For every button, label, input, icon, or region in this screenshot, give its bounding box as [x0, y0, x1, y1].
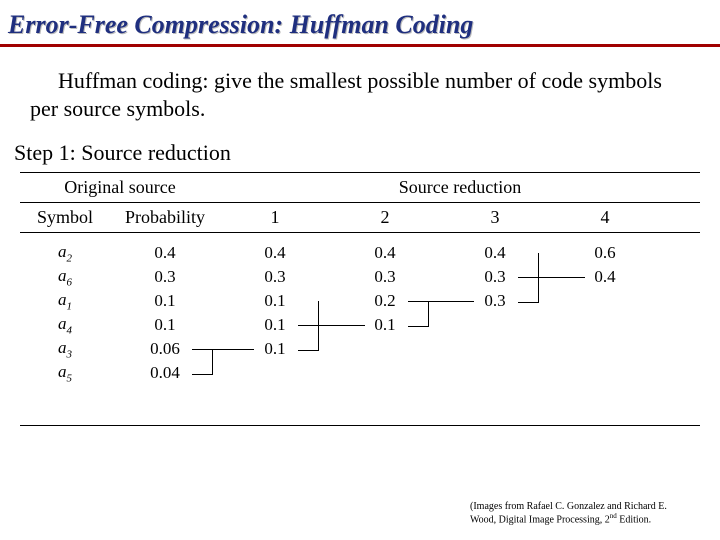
prob-cell: 0.1: [110, 291, 220, 311]
prob-cell: 0.3: [110, 267, 220, 287]
orig-src-header: Original source: [20, 173, 220, 202]
r1-cell: 0.1: [220, 291, 330, 311]
table-row: a60.30.30.30.30.4: [20, 265, 700, 289]
bracket-0: [192, 349, 213, 375]
sym-sub: 3: [67, 348, 73, 360]
r2-cell: 0.3: [330, 267, 440, 287]
credit-line2b: Edition.: [617, 515, 651, 526]
prob-cell: 0.1: [110, 315, 220, 335]
slide-title: Error-Free Compression: Huffman Coding: [0, 0, 720, 47]
sym-sub: 4: [67, 324, 73, 336]
red-col-3: 3: [440, 203, 550, 232]
credit-sup: nd: [610, 512, 617, 520]
sym-sub: 5: [67, 372, 73, 384]
intro-paragraph: Huffman coding: give the smallest possib…: [0, 61, 720, 132]
sym-sub: 2: [67, 252, 73, 264]
tail-2: [428, 301, 474, 302]
tail-0: [212, 349, 254, 350]
sym-letter: a: [58, 314, 67, 333]
symbol-header: Symbol: [20, 203, 110, 232]
red-col-2: 2: [330, 203, 440, 232]
bracket-1: [298, 325, 319, 351]
table-row: a20.40.40.40.40.6: [20, 241, 700, 265]
tail-1: [318, 301, 365, 326]
symbol-cell: a4: [20, 314, 110, 336]
red-col-1: 1: [220, 203, 330, 232]
prob-header: Probability: [110, 203, 220, 232]
prob-cell: 0.4: [110, 243, 220, 263]
red-col-4: 4: [550, 203, 660, 232]
tail-3: [538, 253, 585, 278]
sym-sub: 6: [67, 276, 73, 288]
symbol-cell: a2: [20, 242, 110, 264]
symbol-cell: a6: [20, 266, 110, 288]
image-credit: (Images from Rafael C. Gonzalez and Rich…: [470, 501, 700, 526]
bracket-2: [408, 301, 429, 327]
sym-letter: a: [58, 266, 67, 285]
r3-cell: 0.4: [440, 243, 550, 263]
tail-1a: [318, 325, 327, 349]
symbol-cell: a3: [20, 338, 110, 360]
bracket-3: [518, 277, 539, 303]
sym-letter: a: [58, 242, 67, 261]
table-row: a30.060.1: [20, 337, 700, 361]
reduction-table: Original source Source reduction Symbol …: [20, 172, 700, 426]
src-red-header: Source reduction: [220, 173, 700, 202]
sym-letter: a: [58, 338, 67, 357]
r2-cell: 0.4: [330, 243, 440, 263]
credit-line1: (Images from Rafael C. Gonzalez and Rich…: [470, 501, 667, 512]
table-row: a50.04: [20, 361, 700, 385]
r1-cell: 0.4: [220, 243, 330, 263]
sym-letter: a: [58, 362, 67, 381]
sym-sub: 1: [67, 300, 73, 312]
step-label: Step 1: Source reduction: [0, 132, 720, 172]
symbol-cell: a5: [20, 362, 110, 384]
sym-letter: a: [58, 290, 67, 309]
r1-cell: 0.3: [220, 267, 330, 287]
credit-line2a: Wood, Digital Image Processing, 2: [470, 515, 610, 526]
symbol-cell: a1: [20, 290, 110, 312]
